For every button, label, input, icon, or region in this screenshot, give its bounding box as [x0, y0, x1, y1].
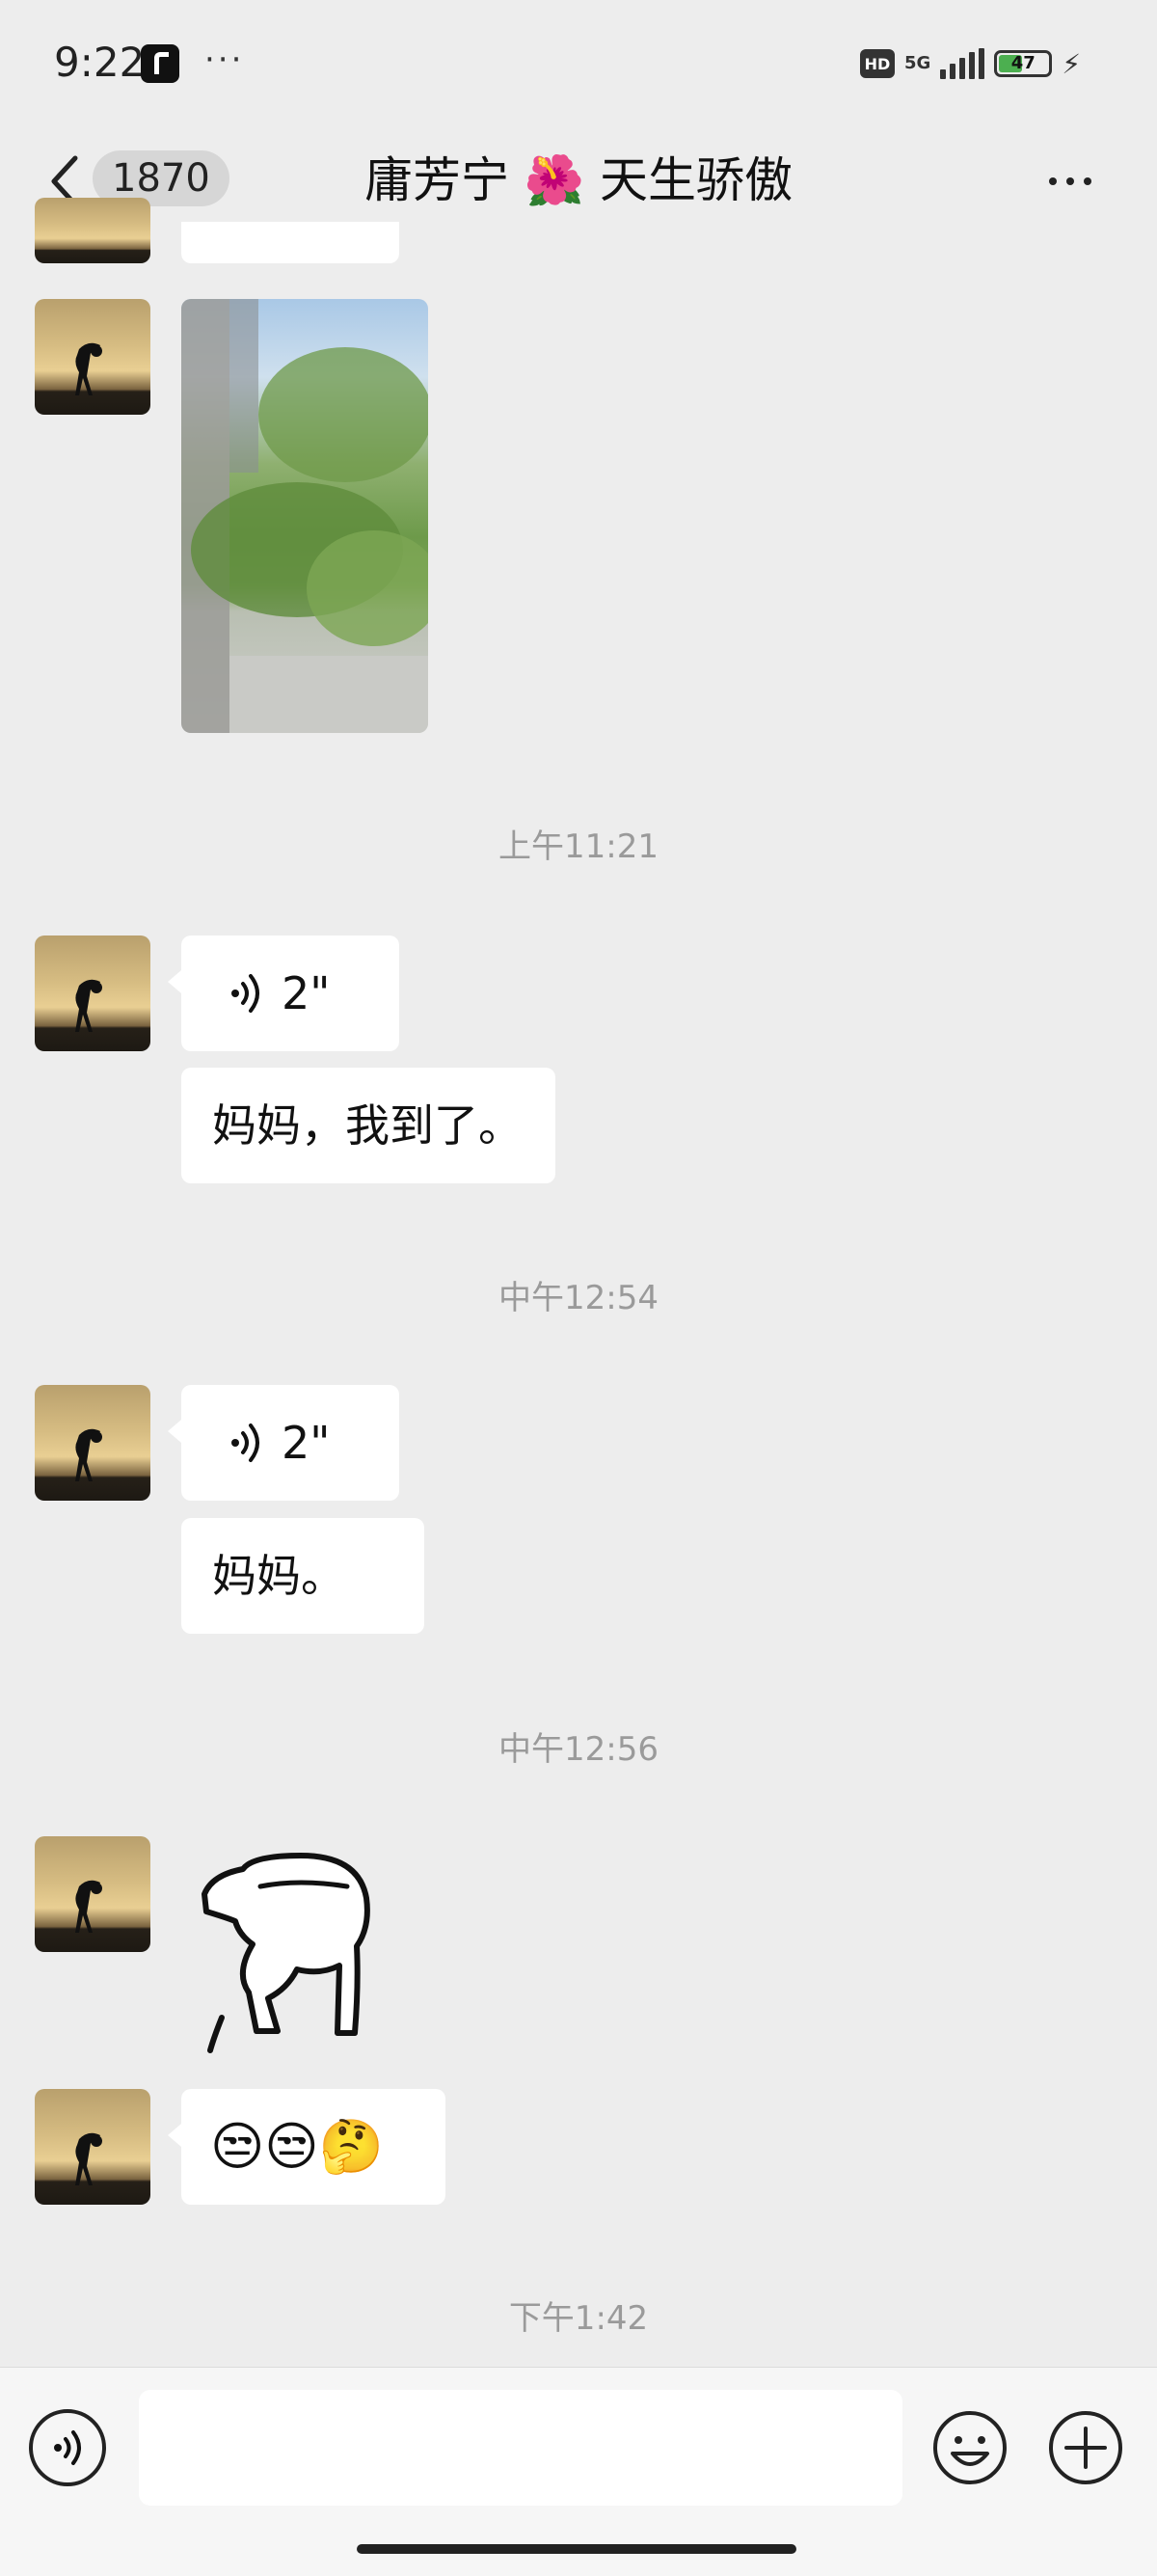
contact-avatar[interactable]: [35, 2089, 150, 2205]
silhouette-avatar-image: [75, 979, 102, 1032]
silhouette-avatar-image: [75, 342, 102, 395]
charging-icon: ⚡: [1062, 47, 1081, 80]
voice-input-button[interactable]: [29, 2409, 106, 2486]
home-indicator[interactable]: [357, 2544, 796, 2554]
contact-avatar[interactable]: [35, 1385, 150, 1501]
outdoor-photo-image: [181, 299, 428, 733]
more-notifications-indicator: ···: [204, 41, 245, 79]
contact-avatar[interactable]: [35, 299, 150, 415]
voice-duration: 2": [282, 1417, 331, 1469]
timestamp: 中午12:54: [498, 1279, 659, 1317]
network-type-label: 5G: [904, 53, 931, 73]
message-input[interactable]: [139, 2390, 902, 2506]
voice-wave-icon: [231, 1424, 259, 1462]
silhouette-avatar-image: [75, 2132, 102, 2185]
status-icons: HD 5G 47 ⚡: [860, 42, 1081, 85]
battery-icon: 47: [994, 50, 1053, 77]
timestamp: 上午11:21: [498, 827, 659, 866]
emoji-button[interactable]: [931, 2409, 1009, 2486]
sticker-message[interactable]: [193, 1848, 386, 2060]
battery-level: 47: [1010, 53, 1036, 73]
silhouette-avatar-image: [75, 1428, 102, 1481]
signal-icon: [940, 48, 985, 79]
voice-wave-icon: [231, 974, 259, 1013]
smiley-icon: [933, 2411, 1007, 2484]
emoji-message-bubble[interactable]: 😒😒🤔: [168, 2089, 445, 2205]
hd-icon: HD: [860, 49, 895, 78]
message-text: 妈妈，我到了。: [212, 1099, 523, 1152]
chat-title: 庸芳宁 🌺 天生骄傲: [363, 152, 794, 208]
timestamp: 下午1:42: [508, 2299, 649, 2338]
text-message-bubble[interactable]: 妈妈，我到了。: [181, 1068, 555, 1183]
voice-message-bubble[interactable]: 2": [168, 1385, 399, 1501]
silhouette-avatar-image: [75, 1880, 102, 1933]
timestamp: 中午12:56: [498, 1730, 659, 1769]
contact-avatar[interactable]: [35, 1836, 150, 1952]
avatar-partial[interactable]: [35, 198, 150, 263]
cartoon-sticker-image: [202, 1853, 370, 2053]
more-functions-button[interactable]: [1047, 2409, 1124, 2486]
photo-message[interactable]: [181, 299, 428, 733]
contact-avatar[interactable]: [35, 935, 150, 1051]
more-options-button[interactable]: [1041, 164, 1099, 199]
status-time: 9:22: [54, 39, 146, 86]
voice-message-bubble[interactable]: 2": [168, 935, 399, 1051]
voice-wave-icon: [54, 2430, 81, 2465]
message-bubble-partial[interactable]: [181, 222, 399, 263]
message-text: 妈妈。: [212, 1550, 345, 1602]
voice-duration: 2": [282, 967, 331, 1019]
emoji-text: 😒😒🤔: [210, 2116, 384, 2177]
tiktok-notification-icon: [141, 44, 179, 83]
text-message-bubble[interactable]: 妈妈。: [181, 1518, 424, 1634]
plus-icon: [1049, 2411, 1122, 2484]
